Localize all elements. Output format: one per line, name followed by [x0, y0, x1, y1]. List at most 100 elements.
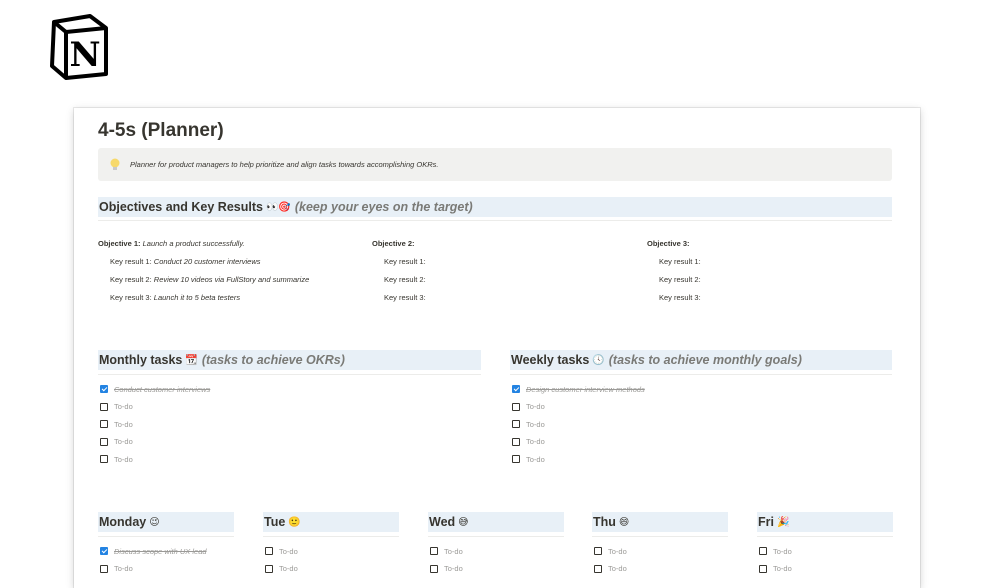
checkbox-checked[interactable] [100, 547, 108, 555]
todo-item[interactable]: To-do [265, 563, 401, 575]
todo-item[interactable]: To-do [512, 401, 882, 413]
key-result[interactable]: Key result 1: Conduct 20 customer interv… [110, 256, 309, 274]
day-heading-tue[interactable]: Tue 🙂 [263, 512, 399, 532]
checkbox[interactable] [100, 420, 108, 428]
todo-text[interactable]: To-do [279, 547, 298, 556]
todo-text[interactable]: To-do [526, 437, 545, 446]
clock-icon: 🕓 [592, 354, 605, 366]
todo-item[interactable]: Design customer interview methods [512, 383, 882, 395]
todo-item[interactable]: To-do [759, 563, 895, 575]
todo-item[interactable]: To-do [512, 436, 882, 448]
checkbox[interactable] [594, 547, 602, 555]
todo-item[interactable]: To-do [100, 401, 470, 413]
key-result[interactable]: Key result 3: Launch it to 5 beta tester… [110, 292, 309, 310]
checkbox[interactable] [265, 564, 273, 573]
todo-text[interactable]: To-do [114, 420, 133, 429]
lightbulb-icon [110, 158, 120, 170]
checkbox[interactable] [100, 455, 108, 463]
objective-1[interactable]: Objective 1: Launch a product successful… [98, 238, 309, 256]
todo-text[interactable]: To-do [526, 420, 545, 429]
todo-item[interactable]: Discuss scope with UX lead [100, 545, 236, 557]
key-result[interactable]: Key result 1: [384, 256, 426, 274]
day-label: Fri [758, 515, 774, 529]
weekly-tasks-heading[interactable]: Weekly tasks 🕓 (tasks to achieve monthly… [510, 350, 892, 370]
todo-text[interactable]: To-do [279, 564, 298, 573]
todo-item[interactable]: Conduct customer interviews [100, 383, 470, 395]
todo-text[interactable]: To-do [444, 547, 463, 556]
todo-text[interactable]: To-do [114, 437, 133, 446]
objective-3[interactable]: Objective 3: [647, 238, 701, 256]
todo-item[interactable]: To-do [594, 563, 730, 575]
checkbox[interactable] [430, 564, 438, 573]
todo-text[interactable]: Discuss scope with UX lead [114, 547, 207, 556]
checkbox[interactable] [759, 564, 767, 573]
checkbox[interactable] [512, 402, 520, 411]
okr-heading[interactable]: Objectives and Key Results 👀🎯 (keep your… [98, 197, 892, 217]
objective-column-3: Objective 3: Key result 1: Key result 2:… [647, 238, 701, 310]
todo-text[interactable]: To-do [773, 564, 792, 573]
divider [98, 220, 892, 221]
todo-text[interactable]: Design customer interview methods [526, 385, 645, 394]
checkbox-checked[interactable] [512, 385, 520, 393]
key-result[interactable]: Key result 2: [659, 274, 701, 292]
checkbox[interactable] [430, 547, 438, 555]
checkbox[interactable] [100, 564, 108, 573]
todo-item[interactable]: To-do [512, 418, 882, 430]
day-emoji-icon: 😅 [458, 516, 469, 528]
key-result[interactable]: Key result 2: [384, 274, 426, 292]
page-title[interactable]: 4-5s (Planner) [98, 120, 224, 142]
day-emoji-icon: 😉 [149, 516, 160, 528]
todo-item[interactable]: To-do [430, 545, 566, 557]
divider [592, 536, 728, 537]
checkbox[interactable] [759, 547, 767, 555]
todo-item[interactable]: To-do [100, 563, 236, 575]
checkbox[interactable] [512, 455, 520, 463]
todo-item[interactable]: To-do [594, 545, 730, 557]
divider [98, 374, 481, 375]
day-emoji-icon: 🎉 [776, 516, 790, 528]
todo-item[interactable]: To-do [100, 453, 470, 465]
key-result[interactable]: Key result 1: [659, 256, 701, 274]
checkbox[interactable] [512, 437, 520, 446]
day-heading-wed[interactable]: Wed 😅 [428, 512, 564, 532]
todo-text[interactable]: To-do [608, 564, 627, 573]
eyes-target-icon: 👀🎯 [265, 201, 291, 213]
todo-item[interactable]: To-do [759, 545, 895, 557]
day-heading-fri[interactable]: Fri 🎉 [757, 512, 893, 532]
checkbox[interactable] [100, 437, 108, 446]
todo-item[interactable]: To-do [100, 436, 470, 448]
checkbox[interactable] [100, 402, 108, 411]
objective-column-1: Objective 1: Launch a product successful… [98, 238, 309, 310]
objective-2[interactable]: Objective 2: [372, 238, 426, 256]
checkbox[interactable] [265, 547, 273, 555]
todo-text[interactable]: To-do [114, 564, 133, 573]
checkbox[interactable] [594, 564, 602, 573]
monthly-tasks-heading[interactable]: Monthly tasks 📆 (tasks to achieve OKRs) [98, 350, 481, 370]
todo-text[interactable]: To-do [608, 547, 627, 556]
divider [510, 374, 892, 375]
day-label: Wed [429, 515, 456, 529]
todo-item[interactable]: To-do [512, 453, 882, 465]
todo-item[interactable]: To-do [430, 563, 566, 575]
notion-page: 4-5s (Planner) Planner for product manag… [74, 108, 920, 588]
checkbox-checked[interactable] [100, 385, 108, 393]
todo-text[interactable]: To-do [773, 547, 792, 556]
divider [98, 536, 234, 537]
day-heading-thu[interactable]: Thu 😄 [592, 512, 728, 532]
day-heading-monday[interactable]: Monday 😉 [98, 512, 234, 532]
todo-text[interactable]: To-do [114, 455, 133, 464]
todo-text[interactable]: To-do [526, 455, 545, 464]
checkbox[interactable] [512, 420, 520, 428]
divider [428, 536, 564, 537]
todo-text[interactable]: To-do [444, 564, 463, 573]
key-result[interactable]: Key result 2: Review 10 videos via FullS… [110, 274, 309, 292]
callout-text[interactable]: Planner for product managers to help pri… [130, 160, 439, 169]
key-result[interactable]: Key result 3: [659, 292, 701, 310]
todo-item[interactable]: To-do [265, 545, 401, 557]
todo-text[interactable]: To-do [114, 402, 133, 411]
todo-text[interactable]: To-do [526, 402, 545, 411]
day-emoji-icon: 😄 [618, 516, 630, 528]
todo-text[interactable]: Conduct customer interviews [114, 385, 210, 394]
key-result[interactable]: Key result 3: [384, 292, 426, 310]
todo-item[interactable]: To-do [100, 418, 470, 430]
